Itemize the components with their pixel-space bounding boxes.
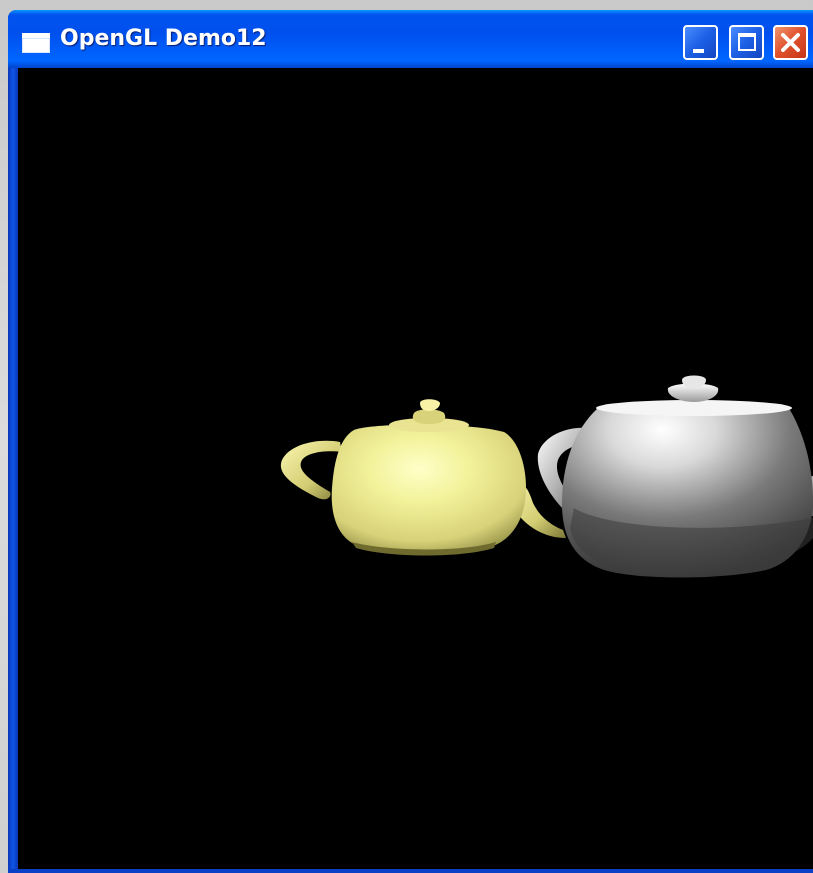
opengl-canvas[interactable] bbox=[18, 68, 813, 869]
close-icon bbox=[781, 33, 800, 52]
minimize-icon bbox=[693, 49, 704, 53]
maximize-button[interactable] bbox=[729, 25, 764, 60]
window-title: OpenGL Demo12 bbox=[60, 26, 267, 51]
application-window-icon[interactable] bbox=[22, 33, 50, 53]
window-left-border bbox=[8, 68, 18, 869]
close-button[interactable] bbox=[773, 25, 808, 60]
window-bottom-border bbox=[8, 869, 813, 873]
opengl-scene bbox=[280, 375, 813, 578]
teapot-yellow bbox=[280, 399, 566, 556]
teapot-gray bbox=[537, 375, 813, 578]
opengl-demo-window[interactable]: OpenGL Demo12 bbox=[8, 10, 813, 873]
title-bar[interactable]: OpenGL Demo12 bbox=[8, 10, 813, 68]
minimize-button[interactable] bbox=[683, 25, 718, 60]
maximize-icon bbox=[738, 33, 756, 51]
